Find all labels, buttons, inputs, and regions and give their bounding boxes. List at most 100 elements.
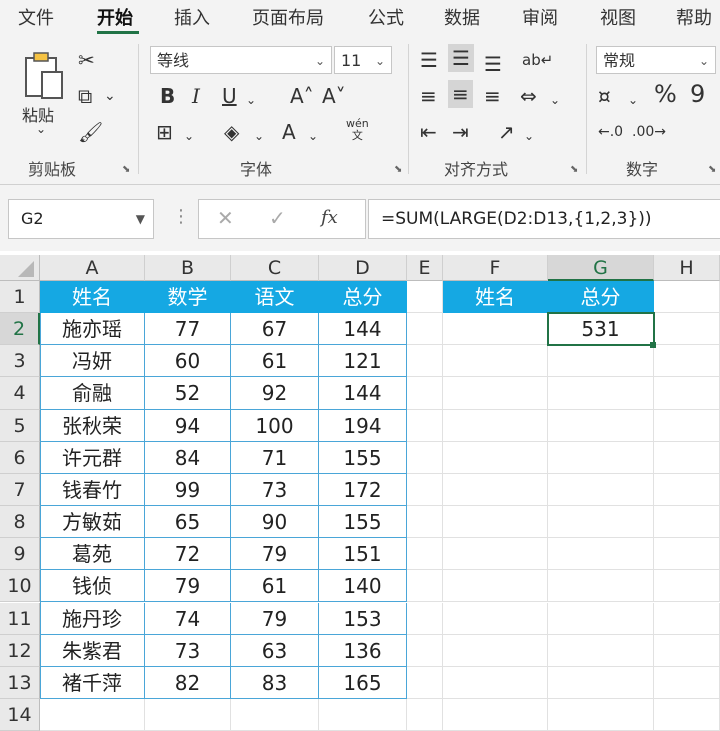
cell-d8[interactable]: 155: [319, 506, 407, 539]
borders-icon[interactable]: ⊞: [156, 120, 173, 144]
cut-icon[interactable]: ✂: [78, 48, 95, 72]
tab-file[interactable]: 文件: [18, 4, 54, 30]
cell-f11[interactable]: [443, 602, 548, 635]
cell-c12[interactable]: 63: [231, 634, 319, 667]
cell-b3[interactable]: 60: [145, 345, 231, 378]
row-header-4[interactable]: 4: [0, 377, 40, 410]
cell-f6[interactable]: [443, 441, 548, 474]
cell-b10[interactable]: 79: [145, 570, 231, 603]
cell-h12[interactable]: [654, 634, 720, 667]
row-header-6[interactable]: 6: [0, 441, 40, 474]
cell-h1[interactable]: [654, 281, 720, 314]
column-header-h[interactable]: H: [654, 255, 720, 281]
cell-g8[interactable]: [548, 506, 654, 539]
cancel-icon[interactable]: ✕: [217, 206, 234, 230]
align-middle-icon[interactable]: ☰: [448, 44, 474, 72]
cell-e10[interactable]: [407, 570, 443, 603]
name-box[interactable]: G2 ▼: [8, 199, 154, 239]
cell-a5[interactable]: 张秋荣: [40, 409, 145, 442]
cell-a2[interactable]: 施亦瑶: [40, 313, 145, 346]
cell-h9[interactable]: [654, 538, 720, 571]
cell-c6[interactable]: 71: [231, 441, 319, 474]
cell-g14[interactable]: [548, 698, 654, 731]
row-header-10[interactable]: 10: [0, 570, 40, 603]
align-top-icon[interactable]: ☰: [420, 48, 438, 72]
cell-c14[interactable]: [231, 698, 319, 731]
decrease-indent-icon[interactable]: ⇤: [420, 120, 437, 144]
cell-b6[interactable]: 84: [145, 441, 231, 474]
row-header-11[interactable]: 11: [0, 602, 40, 635]
currency-dropdown-icon[interactable]: ⌄: [628, 88, 638, 112]
tab-formulas[interactable]: 公式: [368, 4, 404, 30]
cell-d6[interactable]: 155: [319, 441, 407, 474]
column-header-f[interactable]: F: [443, 255, 548, 281]
row-header-1[interactable]: 1: [0, 281, 40, 314]
cell-a4[interactable]: 俞融: [40, 377, 145, 410]
fill-color-dropdown-icon[interactable]: ⌄: [254, 124, 264, 148]
decrease-font-size-button[interactable]: A˅: [322, 84, 346, 108]
cell-b13[interactable]: 82: [145, 666, 231, 699]
cell-a3[interactable]: 冯妍: [40, 345, 145, 378]
cell-a14[interactable]: [40, 698, 145, 731]
cell-d4[interactable]: 144: [319, 377, 407, 410]
row-header-5[interactable]: 5: [0, 409, 40, 442]
cell-e14[interactable]: [407, 698, 443, 731]
row-header-13[interactable]: 13: [0, 666, 40, 699]
dialog-launcher-icon[interactable]: ⬊: [394, 164, 402, 175]
cell-e1[interactable]: [407, 281, 443, 314]
cell-b1[interactable]: 数学: [145, 281, 231, 314]
cell-b2[interactable]: 77: [145, 313, 231, 346]
cell-b5[interactable]: 94: [145, 409, 231, 442]
increase-decimal-icon[interactable]: ←.0: [598, 120, 623, 144]
cell-f2[interactable]: [443, 313, 548, 346]
cell-f1[interactable]: 姓名: [443, 281, 548, 314]
cell-c1[interactable]: 语文: [231, 281, 319, 314]
tab-insert[interactable]: 插入: [174, 4, 210, 30]
font-name-select[interactable]: 等线 ⌄: [150, 46, 332, 74]
cell-g7[interactable]: [548, 473, 654, 507]
column-header-g[interactable]: G: [548, 255, 654, 281]
cell-f13[interactable]: [443, 666, 548, 699]
underline-dropdown-icon[interactable]: ⌄: [246, 88, 256, 112]
column-header-c[interactable]: C: [231, 255, 319, 281]
cell-g4[interactable]: [548, 377, 654, 410]
cell-d9[interactable]: 151: [319, 538, 407, 571]
orientation-dropdown-icon[interactable]: ⌄: [524, 124, 534, 148]
cell-a12[interactable]: 朱紫君: [40, 634, 145, 667]
align-left-icon[interactable]: ≡: [420, 84, 437, 108]
column-header-a[interactable]: A: [40, 255, 145, 281]
copy-icon[interactable]: ⧉: [78, 84, 92, 108]
currency-format-icon[interactable]: ¤: [598, 84, 611, 108]
increase-font-size-button[interactable]: A˄: [290, 84, 314, 108]
cell-d5[interactable]: 194: [319, 409, 407, 442]
cell-g1[interactable]: 总分: [548, 281, 654, 314]
column-header-e[interactable]: E: [407, 255, 443, 281]
copy-dropdown-icon[interactable]: ⌄: [104, 84, 116, 108]
cell-g6[interactable]: [548, 441, 654, 474]
cell-e7[interactable]: [407, 473, 443, 507]
cell-a6[interactable]: 许元群: [40, 441, 145, 474]
cell-h5[interactable]: [654, 409, 720, 442]
tab-data[interactable]: 数据: [444, 4, 480, 30]
cell-f12[interactable]: [443, 634, 548, 667]
phonetic-guide-button[interactable]: wén 文: [346, 118, 369, 142]
cell-g13[interactable]: [548, 666, 654, 699]
italic-button[interactable]: I: [192, 84, 200, 108]
cell-b4[interactable]: 52: [145, 377, 231, 410]
cell-a10[interactable]: 钱侦: [40, 570, 145, 603]
align-center-icon[interactable]: ≡: [448, 80, 473, 108]
decrease-decimal-icon[interactable]: .00→: [632, 120, 666, 144]
cell-c4[interactable]: 92: [231, 377, 319, 410]
column-header-d[interactable]: D: [319, 255, 407, 281]
wrap-text-icon[interactable]: ab↵: [522, 48, 553, 72]
row-header-2[interactable]: 2: [0, 313, 40, 346]
cell-c10[interactable]: 61: [231, 570, 319, 603]
cell-a11[interactable]: 施丹珍: [40, 602, 145, 635]
cell-d11[interactable]: 153: [319, 602, 407, 635]
cell-e5[interactable]: [407, 409, 443, 442]
enter-icon[interactable]: ✓: [269, 206, 286, 230]
comma-style-button[interactable]: 9: [690, 82, 705, 106]
cell-g10[interactable]: [548, 570, 654, 603]
dialog-launcher-icon[interactable]: ⬊: [708, 164, 716, 175]
cell-f10[interactable]: [443, 570, 548, 603]
